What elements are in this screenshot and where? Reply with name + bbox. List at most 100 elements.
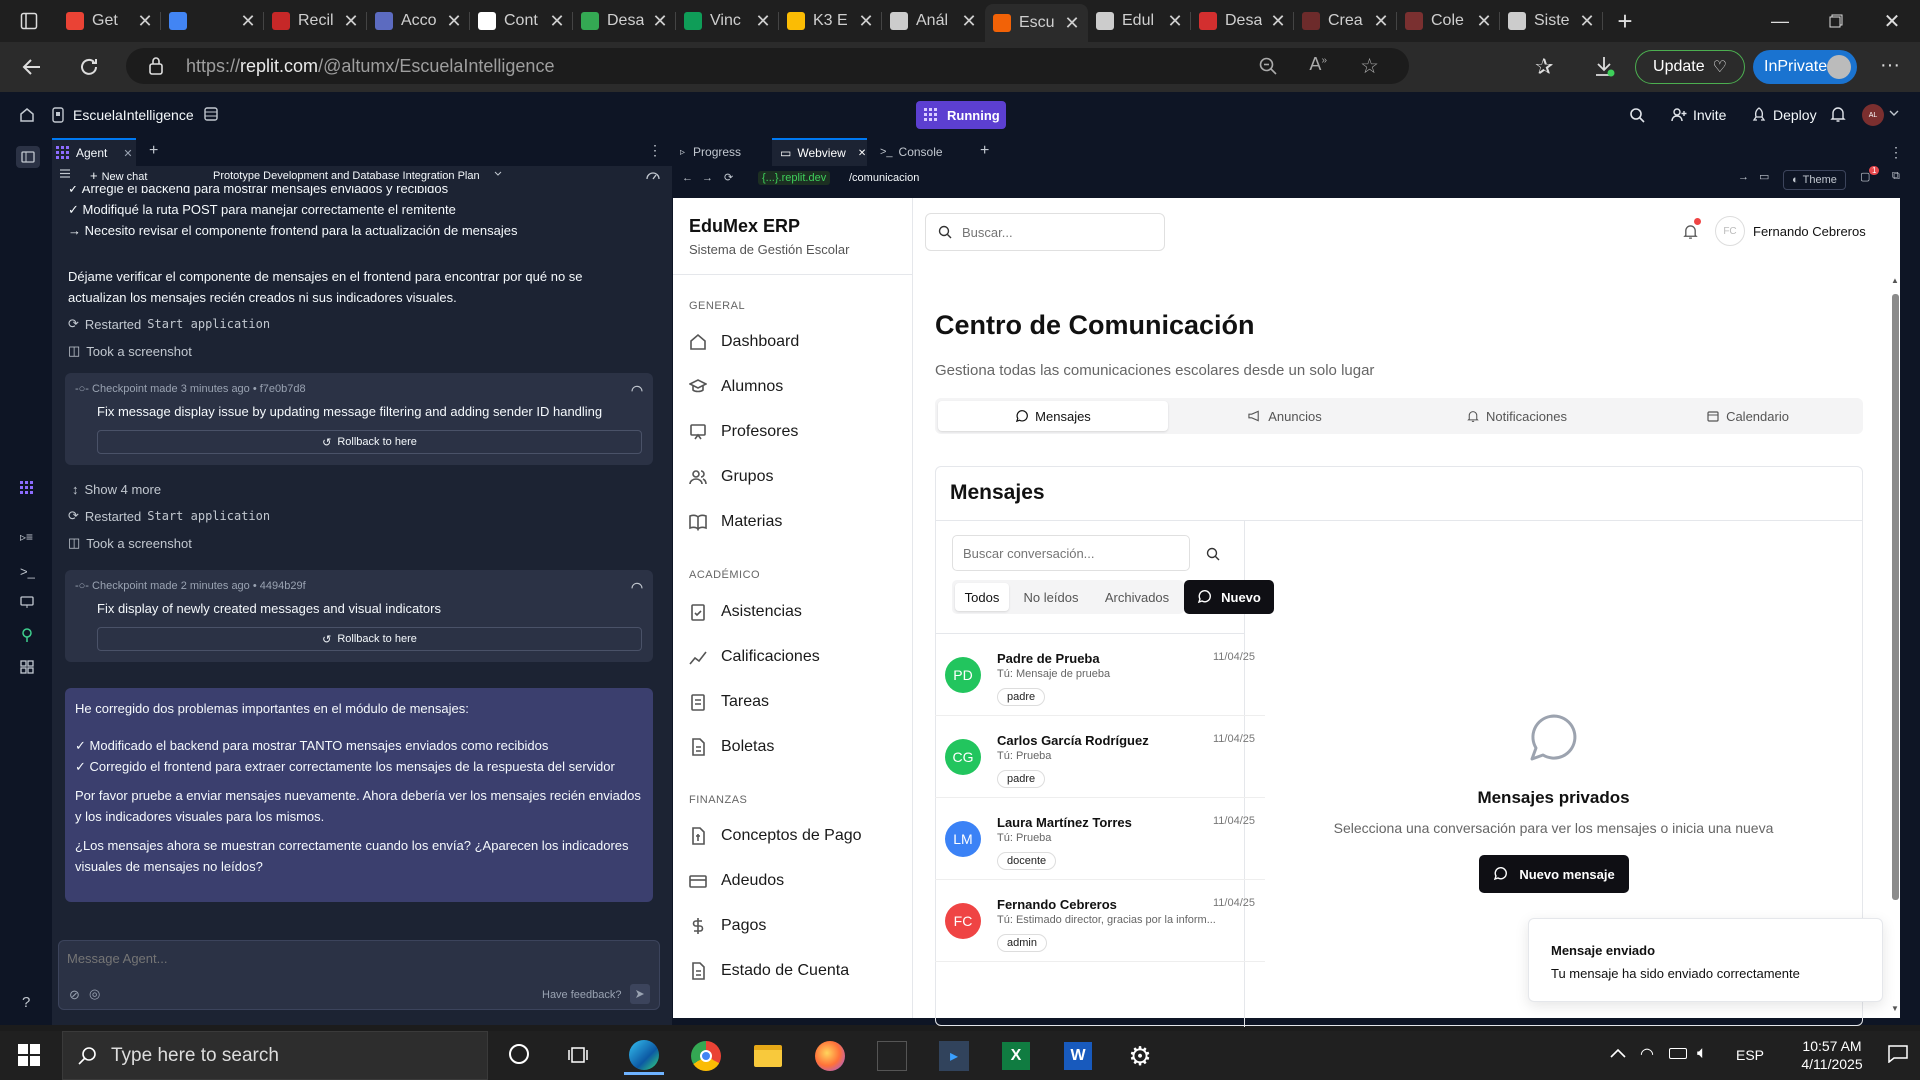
edge-icon[interactable] xyxy=(624,1037,664,1075)
conversation-row[interactable]: FC Fernando Cebreros 11/04/25 Tú: Estimado … xyxy=(935,880,1265,962)
tab-console[interactable]: >_ Console xyxy=(880,138,943,166)
chevron-down-icon[interactable] xyxy=(1889,109,1899,117)
close-tab-icon[interactable]: ✕ xyxy=(123,147,132,160)
word-icon[interactable]: W xyxy=(1058,1037,1098,1075)
browser-tab[interactable]: Escu ✕ xyxy=(985,4,1088,42)
all-tools-icon[interactable] xyxy=(20,660,34,674)
new-conversation-button[interactable]: Nuevo xyxy=(1184,580,1274,614)
tab-mensajes[interactable]: Mensajes xyxy=(938,401,1168,431)
nav-item-asistencias[interactable]: Asistencias xyxy=(673,589,913,634)
favorites-icon[interactable]: ✰ xyxy=(1535,54,1553,80)
minimize-button[interactable]: — xyxy=(1752,11,1808,32)
close-tab-icon[interactable]: ✕ xyxy=(961,11,977,32)
pane-menu-icon[interactable]: ⋮ xyxy=(1889,144,1903,161)
tab-actions-icon[interactable] xyxy=(0,0,58,42)
show-more-button[interactable]: ↕ Show 4 more xyxy=(72,482,161,497)
powerautomate-icon[interactable]: ▸ xyxy=(934,1037,974,1075)
conversation-search[interactable] xyxy=(952,535,1190,571)
nav-item-grupos[interactable]: Grupos xyxy=(673,454,913,499)
bell-icon[interactable] xyxy=(1830,106,1846,123)
help-icon[interactable]: ? xyxy=(22,994,30,1011)
browser-tab[interactable]: K3 E ✕ xyxy=(779,4,882,38)
inprivate-button[interactable]: InPrivate xyxy=(1753,50,1857,84)
browser-tab[interactable]: Cont ✕ xyxy=(470,4,573,38)
filter-no-leidos[interactable]: No leídos xyxy=(1016,583,1086,611)
deploy-button[interactable]: Deploy xyxy=(1743,101,1825,129)
browser-tab[interactable]: Desa ✕ xyxy=(573,4,676,38)
taskbar-search[interactable]: Type here to search xyxy=(62,1031,488,1080)
battery-icon[interactable] xyxy=(1669,1048,1687,1059)
browser-tab[interactable]: Cole ✕ xyxy=(1397,4,1500,38)
conversation-row[interactable]: PD Padre de Prueba 11/04/25 Tú: Mensaje de … xyxy=(935,634,1265,716)
files-toggle-icon[interactable] xyxy=(16,146,40,168)
favorite-star-icon[interactable]: ☆ xyxy=(1360,54,1379,79)
close-tab-icon[interactable]: ✕ xyxy=(652,11,668,32)
conversation-row[interactable]: CG Carlos García Rodríguez 11/04/25 Tú: Pru… xyxy=(935,716,1265,798)
project-name[interactable]: EscuelaIntelligence xyxy=(73,107,194,123)
add-tab-icon[interactable]: + xyxy=(149,142,158,160)
toast-notification[interactable]: Mensaje enviado Tu mensaje ha sido envia… xyxy=(1528,918,1883,1002)
chat-title[interactable]: Prototype Development and Database Integ… xyxy=(213,170,480,182)
send-button[interactable] xyxy=(630,984,650,1004)
new-message-button[interactable]: Nuevo mensaje xyxy=(1479,855,1629,893)
browser-tab[interactable]: Acco ✕ xyxy=(367,4,470,38)
chat-settings-icon[interactable] xyxy=(646,169,660,181)
maximize-button[interactable] xyxy=(1808,14,1864,28)
address-bar[interactable]: https://replit.com/@altumx/EscuelaIntell… xyxy=(126,48,1409,84)
update-button[interactable]: Update ♡ xyxy=(1635,50,1745,84)
nav-item-tareas[interactable]: Tareas xyxy=(673,679,913,724)
user-avatar[interactable]: FC xyxy=(1715,216,1745,246)
browser-tab[interactable]: Edul ✕ xyxy=(1088,4,1191,38)
nav-item-materias[interactable]: Materias xyxy=(673,499,913,544)
browser-tab[interactable]: Get ✕ xyxy=(58,4,161,38)
open-route-icon[interactable]: → xyxy=(1738,171,1749,183)
tab-anuncios[interactable]: Anuncios xyxy=(1170,401,1400,431)
firefox-icon[interactable] xyxy=(810,1037,850,1075)
forward-icon[interactable]: → xyxy=(702,172,713,184)
nav-item-pagos[interactable]: Pagos xyxy=(673,903,913,948)
account-avatar[interactable]: AL xyxy=(1862,104,1884,126)
nav-item-conceptos-de-pago[interactable]: Conceptos de Pago xyxy=(673,813,913,858)
home-icon[interactable] xyxy=(19,107,35,123)
cortana-icon[interactable] xyxy=(509,1044,529,1064)
chat-scroll[interactable]: ✓ Arreglé el backend para mostrar mensaj… xyxy=(52,186,672,926)
checkpoint-settings-icon[interactable] xyxy=(631,383,643,393)
scrollbar[interactable]: ▲ ▼ xyxy=(1891,276,1900,1018)
zoom-icon[interactable] xyxy=(1259,57,1277,75)
tab-agent[interactable]: Agent ✕ xyxy=(52,138,136,166)
run-status-button[interactable]: Running xyxy=(916,101,1006,129)
chrome-icon[interactable] xyxy=(686,1037,726,1075)
downloads-icon[interactable] xyxy=(1592,54,1616,78)
tab-notificaciones[interactable]: Notificaciones xyxy=(1402,401,1632,431)
close-tab-icon[interactable]: ✕ xyxy=(549,11,565,32)
nav-item-alumnos[interactable]: Alumnos xyxy=(673,364,913,409)
excel-icon[interactable]: X xyxy=(996,1037,1036,1075)
scroll-down-icon[interactable]: ▼ xyxy=(1891,1004,1899,1013)
conversation-row[interactable]: LM Laura Martínez Torres 11/04/25 Tú: Prueb… xyxy=(935,798,1265,880)
close-tab-icon[interactable]: ✕ xyxy=(240,11,256,32)
back-button[interactable] xyxy=(20,55,44,79)
progress-tool-icon[interactable]: ▹≡ xyxy=(20,530,33,544)
read-aloud-icon[interactable]: A» xyxy=(1309,54,1327,75)
browser-tab[interactable]: Recil ✕ xyxy=(264,4,367,38)
chat-list-icon[interactable] xyxy=(60,169,70,178)
panel-menu-icon[interactable]: ⋮ xyxy=(648,142,662,159)
app-search-input[interactable] xyxy=(962,224,1142,240)
console-tool-icon[interactable]: >_ xyxy=(20,564,35,579)
nav-item-dashboard[interactable]: Dashboard xyxy=(673,319,913,364)
feedback-link[interactable]: Have feedback? xyxy=(542,989,622,1001)
action-center-icon[interactable] xyxy=(1888,1045,1908,1063)
reload-icon[interactable]: ⟳ xyxy=(724,171,733,184)
tab-webview[interactable]: ▭ Webview ✕ xyxy=(772,138,867,166)
close-tab-icon[interactable]: ✕ xyxy=(1270,11,1286,32)
bell-icon[interactable] xyxy=(1683,224,1698,240)
external-open-icon[interactable]: ⧉ xyxy=(1892,170,1900,183)
browser-tab[interactable]: Anál ✕ xyxy=(882,4,985,38)
browser-tab[interactable]: Siste ✕ xyxy=(1500,4,1603,38)
start-button[interactable] xyxy=(18,1044,40,1066)
git-tool-icon[interactable] xyxy=(20,628,34,642)
agent-tool-icon[interactable] xyxy=(20,481,34,495)
more-options-icon[interactable]: ··· xyxy=(1880,54,1900,77)
mention-icon[interactable]: ◎ xyxy=(89,986,100,1002)
new-tab-button[interactable]: + xyxy=(1603,0,1647,42)
